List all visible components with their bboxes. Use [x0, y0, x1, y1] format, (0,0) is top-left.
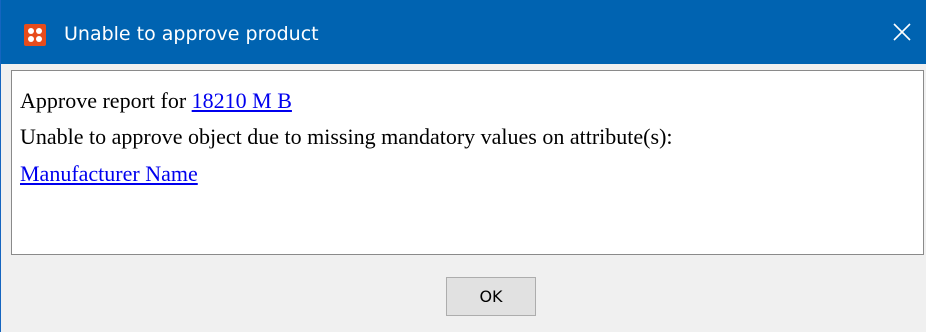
message-panel: Approve report for 18210 M B Unable to a… — [11, 70, 924, 255]
manufacturer-name-link[interactable]: Manufacturer Name — [20, 161, 198, 186]
dialog-window: Unable to approve product Approve report… — [0, 0, 926, 332]
window-title: Unable to approve product — [64, 23, 319, 45]
title-bar[interactable]: Unable to approve product — [0, 0, 926, 64]
close-icon — [893, 23, 911, 41]
window-left-border — [0, 0, 1, 332]
grid-app-icon — [24, 24, 46, 46]
close-button[interactable] — [880, 0, 926, 64]
error-message-line: Unable to approve object due to missing … — [20, 124, 673, 149]
report-link[interactable]: 18210 M B — [192, 88, 292, 113]
ok-button[interactable]: OK — [446, 277, 536, 316]
attribute-line: Manufacturer Name — [20, 158, 198, 190]
approve-report-line: Approve report for 18210 M B — [20, 85, 292, 117]
approve-report-prefix: Approve report for — [20, 88, 192, 113]
